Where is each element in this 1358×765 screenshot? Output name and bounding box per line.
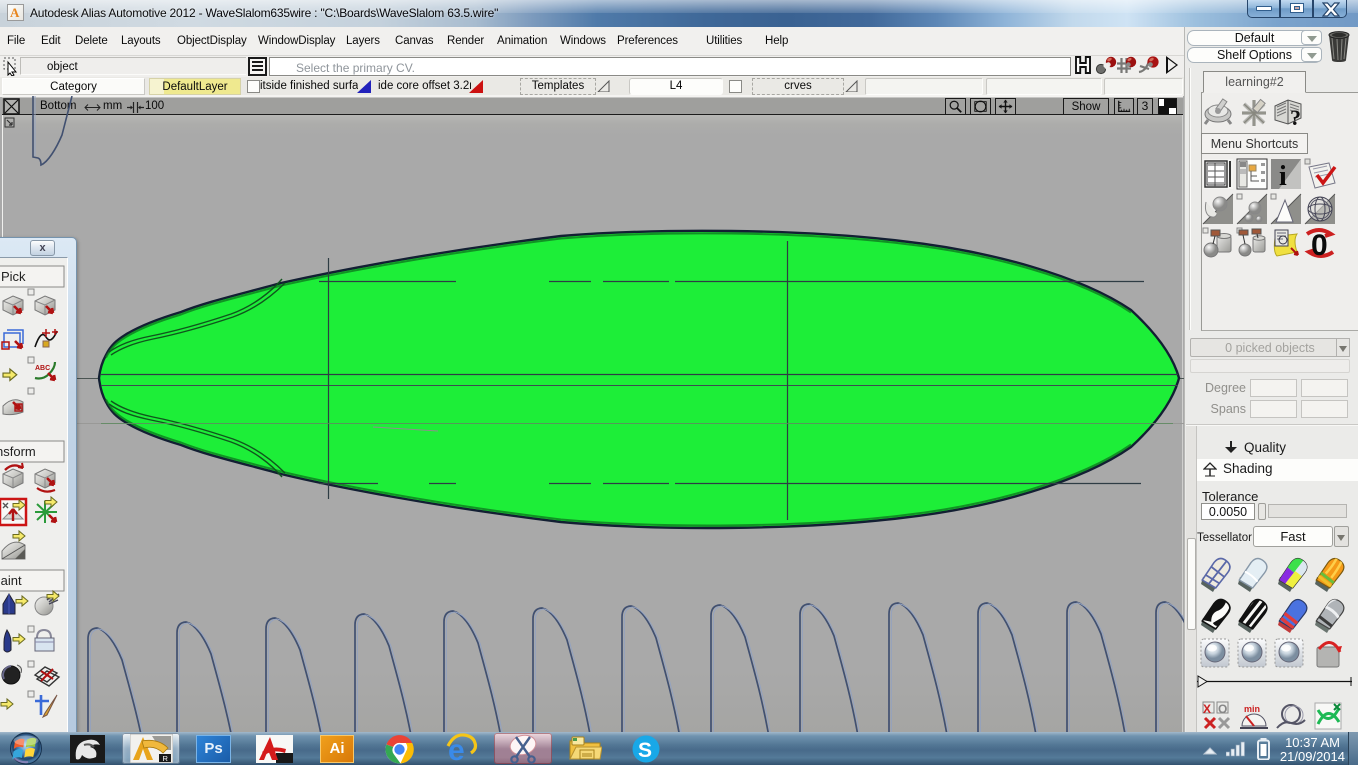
svg-text:?: ? [1290,105,1301,130]
svg-text:Transform: Transform [0,444,36,459]
svg-text:min: min [1244,704,1260,714]
svg-text:X: X [1203,702,1211,716]
svg-text:Pick: Pick [1,269,26,284]
svg-text:0: 0 [1311,229,1328,262]
svg-text:O: O [1218,702,1227,716]
svg-text:ABC: ABC [35,365,50,372]
svg-text:R: R [163,754,169,763]
svg-text:e: e [448,734,465,765]
svg-text:S: S [638,739,652,762]
svg-text:Paint: Paint [0,573,22,588]
svg-text:i: i [1279,161,1287,192]
